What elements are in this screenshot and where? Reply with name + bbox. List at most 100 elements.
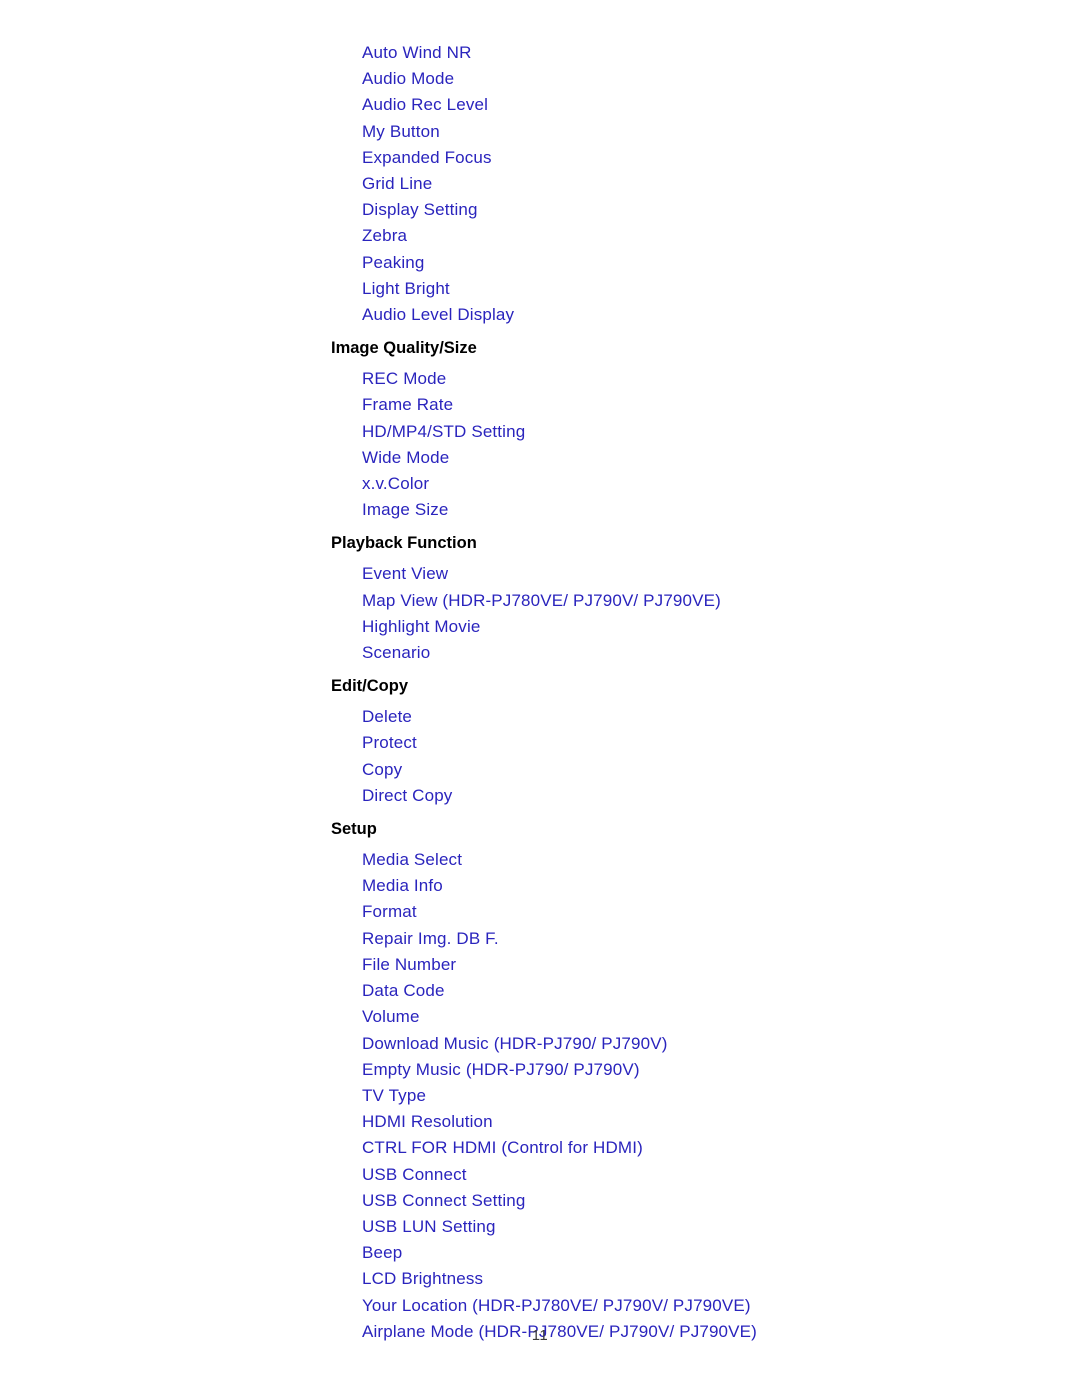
list-item: HDMI Resolution xyxy=(331,1109,1031,1135)
list-item: Data Code xyxy=(331,978,1031,1004)
toc-link[interactable]: Protect xyxy=(362,730,1031,756)
toc-link-list: Event View Map View (HDR-PJ780VE/ PJ790V/… xyxy=(331,561,1031,666)
toc-link[interactable]: Display Setting xyxy=(362,197,1031,223)
toc-link-list: REC Mode Frame Rate HD/MP4/STD Setting Wide… xyxy=(331,366,1031,523)
list-item: Display Setting xyxy=(331,197,1031,223)
toc-link[interactable]: Auto Wind NR xyxy=(362,40,1031,66)
toc-link[interactable]: USB LUN Setting xyxy=(362,1214,1031,1240)
toc-link[interactable]: Beep xyxy=(362,1240,1031,1266)
list-item: File Number xyxy=(331,952,1031,978)
toc-link[interactable]: LCD Brightness xyxy=(362,1266,1031,1292)
list-item: Empty Music (HDR-PJ790/ PJ790V) xyxy=(331,1057,1031,1083)
toc-link[interactable]: USB Connect xyxy=(362,1162,1031,1188)
toc-link[interactable]: Your Location (HDR-PJ780VE/ PJ790V/ PJ79… xyxy=(362,1293,1031,1319)
list-item: Media Info xyxy=(331,873,1031,899)
toc-link[interactable]: Audio Mode xyxy=(362,66,1031,92)
list-item: Zebra xyxy=(331,223,1031,249)
toc-link[interactable]: Frame Rate xyxy=(362,392,1031,418)
list-item: Scenario xyxy=(331,640,1031,666)
list-item: Grid Line xyxy=(331,171,1031,197)
toc-link[interactable]: Grid Line xyxy=(362,171,1031,197)
toc-link[interactable]: CTRL FOR HDMI (Control for HDMI) xyxy=(362,1135,1031,1161)
toc-link[interactable]: TV Type xyxy=(362,1083,1031,1109)
toc-section: Setup Media Select Media Info Format Repair … xyxy=(331,816,1031,1345)
toc-link-list: Delete Protect Copy Direct Copy xyxy=(331,704,1031,809)
list-item: Protect xyxy=(331,730,1031,756)
toc-link[interactable]: Audio Rec Level xyxy=(362,92,1031,118)
toc-link-list: Auto Wind NR Audio Mode Audio Rec Level My … xyxy=(331,40,1031,328)
list-item: Delete xyxy=(331,704,1031,730)
list-item: CTRL FOR HDMI (Control for HDMI) xyxy=(331,1135,1031,1161)
toc-link[interactable]: Empty Music (HDR-PJ790/ PJ790V) xyxy=(362,1057,1031,1083)
list-item: Expanded Focus xyxy=(331,145,1031,171)
toc-link[interactable]: Media Select xyxy=(362,847,1031,873)
page-number: 11 xyxy=(531,1327,549,1344)
list-item: Highlight Movie xyxy=(331,614,1031,640)
toc-link[interactable]: REC Mode xyxy=(362,366,1031,392)
toc-link[interactable]: Media Info xyxy=(362,873,1031,899)
toc-section-header: Edit/Copy xyxy=(331,677,408,696)
toc-section: Auto Wind NR Audio Mode Audio Rec Level My … xyxy=(331,40,1031,328)
toc-link[interactable]: Download Music (HDR-PJ790/ PJ790V) xyxy=(362,1031,1031,1057)
list-item: USB Connect Setting xyxy=(331,1188,1031,1214)
toc-link[interactable]: HD/MP4/STD Setting xyxy=(362,419,1031,445)
toc-link[interactable]: Audio Level Display xyxy=(362,302,1031,328)
toc-link[interactable]: Volume xyxy=(362,1004,1031,1030)
toc-link[interactable]: Event View xyxy=(362,561,1031,587)
toc-link-list: Media Select Media Info Format Repair Img. … xyxy=(331,847,1031,1345)
list-item: USB Connect xyxy=(331,1162,1031,1188)
list-item: Your Location (HDR-PJ780VE/ PJ790V/ PJ79… xyxy=(331,1293,1031,1319)
toc-section-header: Setup xyxy=(331,820,377,839)
list-item: TV Type xyxy=(331,1083,1031,1109)
toc-link[interactable]: Delete xyxy=(362,704,1031,730)
list-item: Event View xyxy=(331,561,1031,587)
toc-link[interactable]: Map View (HDR-PJ780VE/ PJ790V/ PJ790VE) xyxy=(362,588,1031,614)
list-item: Wide Mode xyxy=(331,445,1031,471)
list-item: Repair Img. DB F. xyxy=(331,926,1031,952)
toc-link[interactable]: USB Connect Setting xyxy=(362,1188,1031,1214)
list-item: Direct Copy xyxy=(331,783,1031,809)
toc-link[interactable]: Copy xyxy=(362,757,1031,783)
toc-link[interactable]: Highlight Movie xyxy=(362,614,1031,640)
toc-link[interactable]: Expanded Focus xyxy=(362,145,1031,171)
list-item: LCD Brightness xyxy=(331,1266,1031,1292)
toc-section: Playback Function Event View Map View (HDR… xyxy=(331,530,1031,666)
toc-link[interactable]: Image Size xyxy=(362,497,1031,523)
toc-link[interactable]: My Button xyxy=(362,119,1031,145)
list-item: Light Bright xyxy=(331,276,1031,302)
toc-link[interactable]: Scenario xyxy=(362,640,1031,666)
toc-link[interactable]: Format xyxy=(362,899,1031,925)
list-item: Audio Mode xyxy=(331,66,1031,92)
toc-link[interactable]: Wide Mode xyxy=(362,445,1031,471)
list-item: Audio Rec Level xyxy=(331,92,1031,118)
toc-link[interactable]: HDMI Resolution xyxy=(362,1109,1031,1135)
list-item: Download Music (HDR-PJ790/ PJ790V) xyxy=(331,1031,1031,1057)
list-item: x.v.Color xyxy=(331,471,1031,497)
list-item: HD/MP4/STD Setting xyxy=(331,419,1031,445)
list-item: Frame Rate xyxy=(331,392,1031,418)
toc-link[interactable]: Direct Copy xyxy=(362,783,1031,809)
list-item: USB LUN Setting xyxy=(331,1214,1031,1240)
list-item: Auto Wind NR xyxy=(331,40,1031,66)
table-of-contents: Auto Wind NR Audio Mode Audio Rec Level My … xyxy=(331,40,1031,1345)
list-item: Audio Level Display xyxy=(331,302,1031,328)
list-item: Map View (HDR-PJ780VE/ PJ790V/ PJ790VE) xyxy=(331,588,1031,614)
list-item: REC Mode xyxy=(331,366,1031,392)
toc-section-header: Image Quality/Size xyxy=(331,339,477,358)
list-item: Copy xyxy=(331,757,1031,783)
toc-link[interactable]: File Number xyxy=(362,952,1031,978)
toc-link[interactable]: Peaking xyxy=(362,250,1031,276)
toc-section: Edit/Copy Delete Protect Copy Direct Copy xyxy=(331,673,1031,809)
toc-link[interactable]: Repair Img. DB F. xyxy=(362,926,1031,952)
list-item: Peaking xyxy=(331,250,1031,276)
list-item: Media Select xyxy=(331,847,1031,873)
toc-link[interactable]: Data Code xyxy=(362,978,1031,1004)
list-item: Beep xyxy=(331,1240,1031,1266)
toc-section-header: Playback Function xyxy=(331,534,477,553)
toc-link[interactable]: Zebra xyxy=(362,223,1031,249)
list-item: Volume xyxy=(331,1004,1031,1030)
toc-section: Image Quality/Size REC Mode Frame Rate HD/M… xyxy=(331,335,1031,523)
list-item: Image Size xyxy=(331,497,1031,523)
toc-link[interactable]: x.v.Color xyxy=(362,471,1031,497)
toc-link[interactable]: Light Bright xyxy=(362,276,1031,302)
